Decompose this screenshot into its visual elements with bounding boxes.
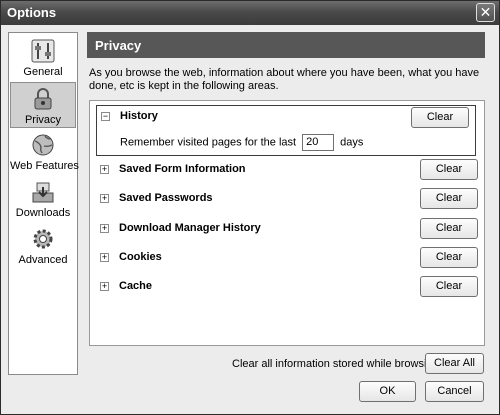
clear-history-button[interactable]: Clear: [411, 107, 469, 128]
expand-icon[interactable]: +: [100, 224, 109, 233]
close-icon: ✕: [479, 4, 492, 20]
list-item-cache: + Cache Clear: [90, 274, 484, 300]
sidebar-item-label: Privacy: [24, 114, 62, 126]
expand-icon[interactable]: +: [100, 165, 109, 174]
clear-passwords-button[interactable]: Clear: [420, 188, 478, 209]
ok-button[interactable]: OK: [359, 381, 416, 402]
gear-icon: [33, 229, 53, 249]
sidebar-item-general[interactable]: General: [10, 35, 76, 81]
sidebar-item-label: General: [23, 66, 63, 78]
list-item-download-manager-history: + Download Manager History Clear: [90, 216, 484, 242]
expand-icon[interactable]: +: [100, 282, 109, 291]
clear-cache-button[interactable]: Clear: [420, 276, 478, 297]
switches-icon: [31, 39, 55, 63]
cancel-button[interactable]: Cancel: [425, 381, 484, 402]
clear-download-history-button[interactable]: Clear: [420, 218, 478, 239]
list-item-cookies: + Cookies Clear: [90, 245, 484, 271]
item-label: Cache: [119, 280, 153, 292]
sidebar-item-downloads[interactable]: Downloads: [10, 176, 76, 222]
sidebar-item-advanced[interactable]: Advanced: [10, 223, 76, 269]
list-item-saved-passwords: + Saved Passwords Clear: [90, 186, 484, 212]
item-label: Saved Form Information: [119, 163, 246, 175]
item-label: Cookies: [119, 251, 162, 263]
clear-all-button[interactable]: Clear All: [425, 353, 484, 374]
options-window: Options ✕ General Privacy Web Features D…: [0, 0, 500, 415]
close-button[interactable]: ✕: [476, 3, 495, 22]
item-label: Saved Passwords: [119, 192, 213, 204]
history-days-input[interactable]: 20: [302, 134, 335, 151]
panel-title: Privacy: [87, 32, 485, 58]
sidebar-item-label: Web Features: [10, 160, 79, 172]
clear-all-description: Clear all information stored while brows…: [232, 358, 442, 370]
history-days-suffix: days: [340, 136, 364, 149]
lock-icon: [34, 88, 52, 110]
expand-icon[interactable]: +: [100, 194, 109, 203]
globe-icon: [32, 134, 54, 156]
sidebar-item-label: Downloads: [15, 207, 71, 219]
panel-description: As you browse the web, information about…: [89, 67, 480, 92]
download-tray-icon: [32, 182, 54, 203]
history-days-prefix: Remember visited pages for the last: [120, 136, 297, 149]
clear-form-info-button[interactable]: Clear: [420, 159, 478, 180]
sidebar-item-privacy[interactable]: Privacy: [10, 82, 76, 128]
window-title: Options: [7, 5, 57, 20]
item-label: History: [120, 110, 158, 122]
list-item-saved-form-information: + Saved Form Information Clear: [90, 157, 484, 183]
expand-icon[interactable]: +: [100, 253, 109, 262]
item-label: Download Manager History: [119, 222, 261, 234]
category-sidebar: General Privacy Web Features Downloads A…: [8, 32, 79, 375]
collapse-icon[interactable]: −: [101, 112, 110, 121]
history-days-setting: Remember visited pages for the last 20 day…: [120, 134, 363, 151]
sidebar-item-web-features[interactable]: Web Features: [10, 129, 79, 175]
list-item-history: − History Clear Remember visited pages f…: [96, 105, 476, 156]
privacy-panel: Privacy As you browse the web, informati…: [87, 32, 485, 346]
title-bar[interactable]: Options ✕: [1, 1, 499, 25]
sidebar-item-label: Advanced: [18, 254, 68, 266]
privacy-items-list: − History Clear Remember visited pages f…: [89, 100, 485, 346]
clear-cookies-button[interactable]: Clear: [420, 247, 478, 268]
